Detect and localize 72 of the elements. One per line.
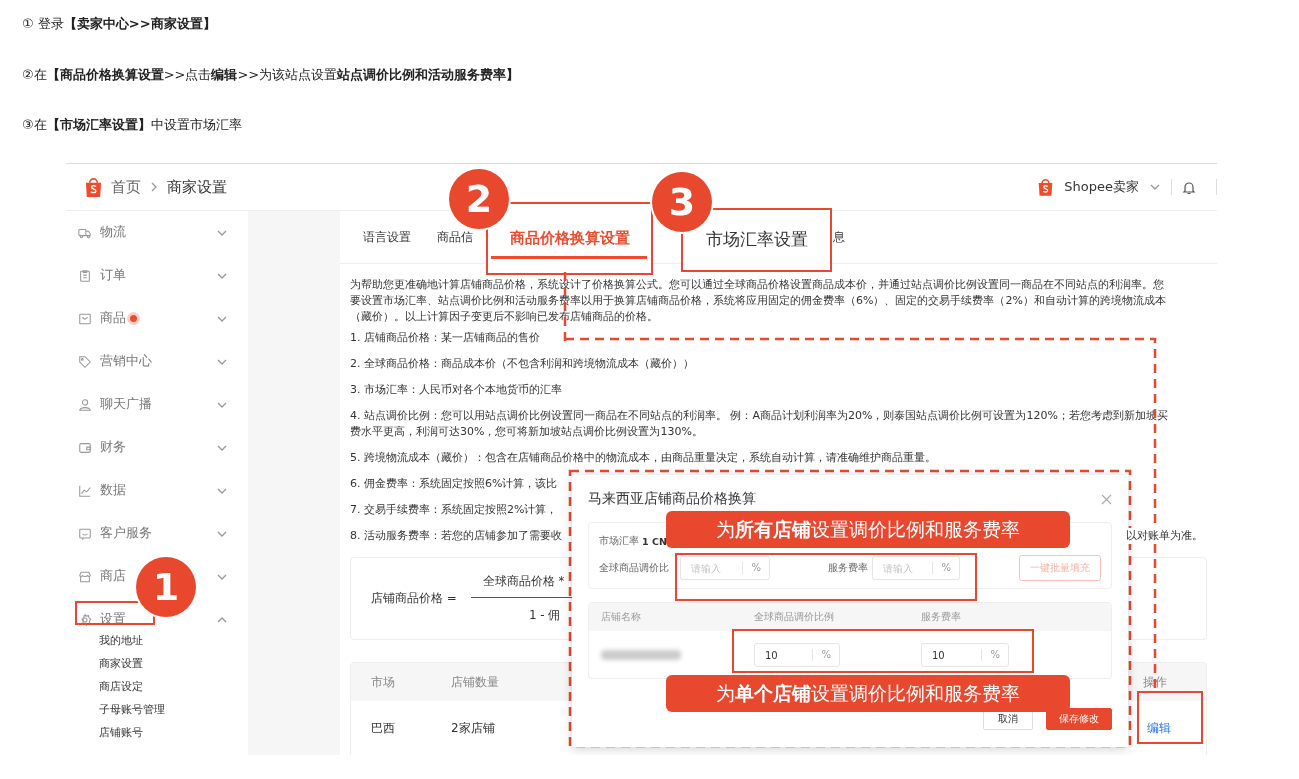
step-number-badge: 2 [449,169,509,229]
tab[interactable]: 商品信 [437,228,483,246]
rate-value: 1 CN [642,535,667,547]
table-cell: 2家店铺 [451,721,495,735]
person-icon [78,397,92,412]
wallet-icon [78,440,92,455]
unit-label: % [932,562,959,574]
column-header: 市场 [371,674,395,689]
definition-text: 6. 佣金费率：系统固定按照6%计算，该比 [350,476,558,492]
close-icon [1101,493,1112,505]
bell-icon [1182,179,1196,195]
submenu-item[interactable]: 商家设置 [66,652,248,675]
dialog-title: 马来西亚店铺商品价格换算 [588,490,756,508]
definition-text: 费水平更高，利润可达30%，您可将新加坡站点调价比例设置为130%。 [350,424,704,440]
clipboard-icon [78,268,92,283]
column-header: 店铺数量 [451,674,499,689]
box-icon [78,311,92,326]
tab[interactable]: 息 [833,228,845,246]
instruction-text: ① 登录【卖家中心>>商家设置】 [22,15,217,33]
definition-text: 2. 全球商品价格：商品成本价（不包含利润和跨境物流成本（藏价）） [350,356,694,372]
sidebar-item[interactable]: 商店 [100,568,126,585]
step-number-badge: 3 [652,172,712,232]
shopping-bag-icon [84,176,103,198]
breadcrumb-item: 商家设置 [167,177,227,197]
tab[interactable]: 语言设置 [363,228,437,246]
formula-text: 1 - 佣 [528,606,561,624]
edit-link[interactable]: 编辑 [1143,720,1171,737]
tag-icon [78,354,92,369]
sidebar-item[interactable]: 营销中心 [100,353,152,370]
chat-icon [78,526,92,541]
store-icon [78,569,92,584]
column-header: 服务费率 [921,610,961,624]
submenu-item[interactable]: 商店设定 [66,675,248,698]
sidebar-item[interactable]: 物流 [100,224,126,241]
field-label: 市场汇率 [599,534,639,548]
unit-label: % [742,562,769,574]
sidebar-item[interactable]: 数据 [100,482,126,499]
sidebar-item[interactable]: 订单 [100,267,126,284]
table-cell: 巴西 [371,721,395,735]
definition-text: 5. 跨境物流成本（藏价）：包含在店铺商品价格中的物流成本，由商品重量决定，系统自动计算，请准确维护商品重量。 [350,450,936,466]
gear-icon [78,612,92,627]
breadcrumb-item[interactable]: 首页 [111,177,141,197]
definition-text: 7. 交易手续费率：系统固定按照2%计算， [350,502,558,518]
sidebar-item[interactable]: 财务 [100,439,126,456]
column-header: 操作 [1143,674,1167,689]
save-button[interactable]: 保存修改 [1046,708,1112,730]
unit-label: % [981,649,1008,661]
definition-text: 8. 活动服务费率：若您的店铺参加了需要收 [350,528,562,544]
column-header: 店铺名称 [600,610,642,624]
shopping-bag-icon [1037,177,1055,197]
submenu-item[interactable]: 我的地址 [66,629,248,652]
chevron-right-icon [149,181,159,193]
instruction-text: ③在【市场汇率设置】中设置市场汇率 [22,116,243,134]
field-label: 服务费率 [828,561,868,575]
callout-banner: 为单个店铺设置调价比例和服务费率 [666,675,1070,712]
definition-text: 1. 店铺商品价格：某一店铺商品的售价 [350,330,540,346]
field-label: 全球商品调价比 [599,561,669,575]
submenu-item[interactable]: 子母账号管理 [66,698,248,721]
sidebar-item[interactable]: 聊天广播 [100,396,152,413]
highlight-frame [1137,691,1203,744]
callout-banner: 为所有店铺设置调价比例和服务费率 [666,511,1070,548]
account-name[interactable]: Shopee卖家 [1064,178,1139,196]
column-header: 全球商品调价比例 [754,610,835,624]
sidebar-item[interactable]: 商品 [100,310,126,327]
chart-icon [78,483,92,498]
sidebar-item[interactable]: 客户服务 [100,525,152,542]
definition-text: 3. 市场汇率：人民币对各个本地货币的汇率 [350,382,562,398]
formula-text: 全球商品价格 * [482,573,565,589]
unit-label: % [812,649,839,661]
formula-text: 店铺商品价格 = [371,590,457,607]
instruction-text: ②在【商品价格换算设置>>点击编辑>>为该站点设置站点调价比例和活动服务费率】 [22,65,521,84]
submenu-item[interactable]: 店铺账号 [66,721,248,744]
